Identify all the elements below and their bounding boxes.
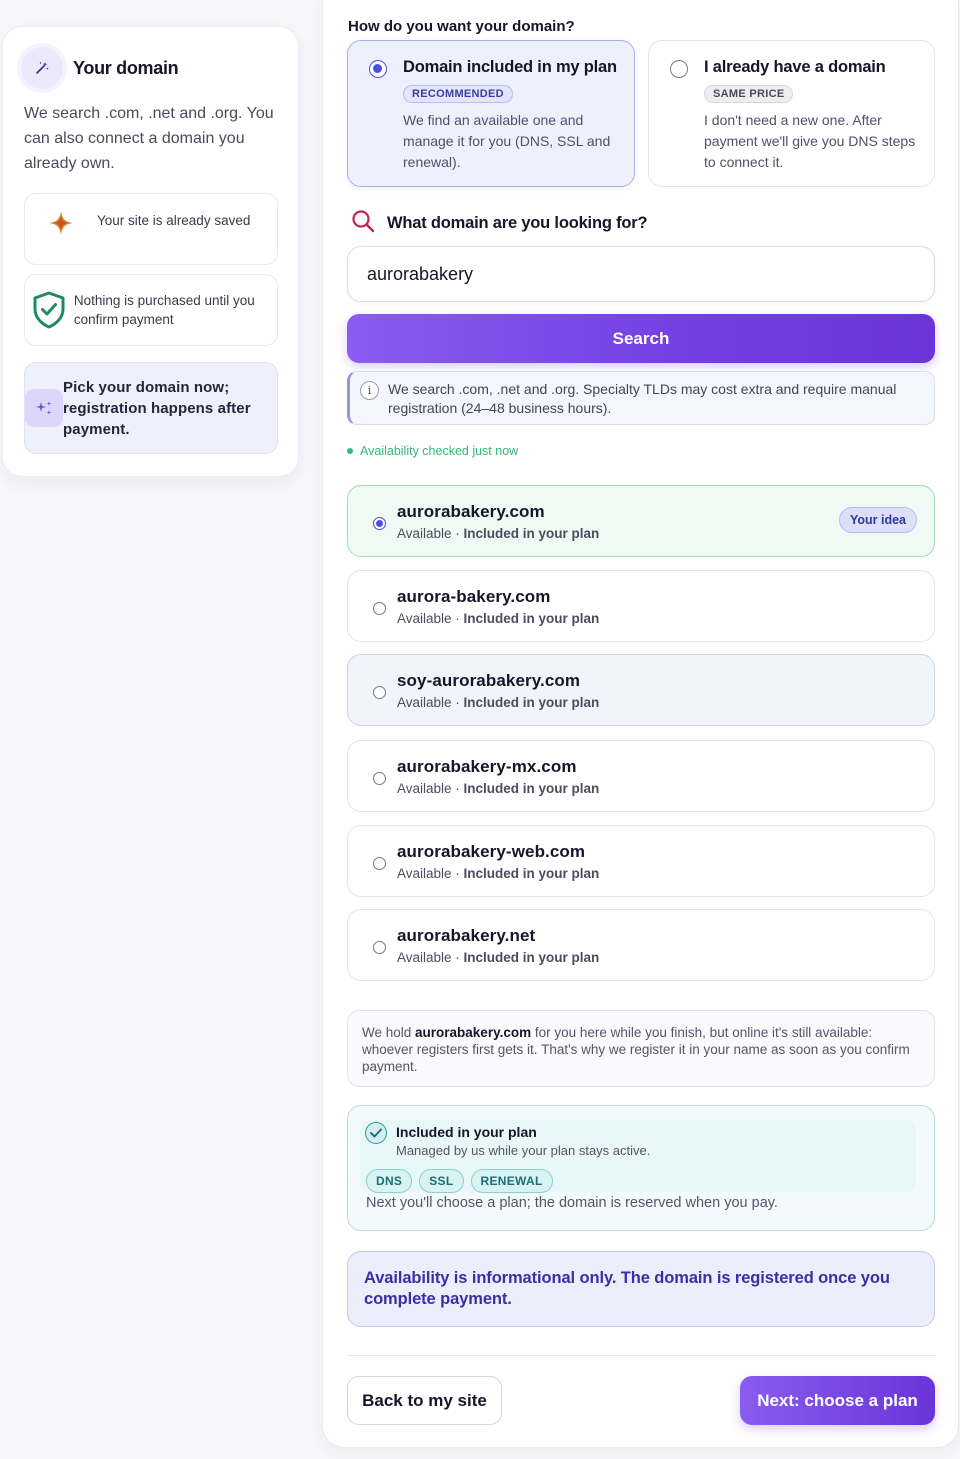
- option-own-description: I don't need a new one. After payment we…: [704, 112, 916, 170]
- domain-result-radio[interactable]: [373, 602, 386, 615]
- option-included-title: Domain included in my plan: [403, 58, 617, 76]
- tag-renewal: RENEWAL: [470, 1169, 553, 1193]
- hold-notice: We hold aurorabakery.com for you here wh…: [347, 1010, 935, 1087]
- search-button[interactable]: Search: [347, 314, 935, 363]
- domain-result-row[interactable]: aurorabakery-web.com Available · Include…: [347, 825, 935, 897]
- plan-tags: DNS SSL RENEWAL: [366, 1169, 553, 1193]
- domain-result-row[interactable]: aurorabakery.net Available · Included in…: [347, 909, 935, 981]
- divider: [347, 1355, 935, 1356]
- search-label-text: What domain are you looking for?: [387, 214, 648, 232]
- domain-result-row[interactable]: aurora-bakery.com Available · Included i…: [347, 570, 935, 642]
- sparkle-icon: [25, 194, 97, 236]
- domain-result-radio[interactable]: [373, 686, 386, 699]
- info-pick-now: Pick your domain now; registration happe…: [24, 362, 278, 454]
- domain-result-name: aurorabakery.net: [397, 926, 536, 945]
- domain-result-name: aurorabakery-web.com: [397, 842, 586, 861]
- availability-text: Availability checked just now: [360, 444, 519, 458]
- info-icon: i: [360, 381, 379, 400]
- sidebar-description: We search .com, .net and .org. You can a…: [24, 105, 274, 172]
- same-price-badge: SAME PRICE: [704, 85, 794, 103]
- your-idea-badge: Your idea: [838, 507, 917, 533]
- plan-subtitle: Managed by us while your plan stays acti…: [396, 1143, 651, 1158]
- tld-note: i We search .com, .net and .org. Special…: [347, 371, 935, 425]
- option-included-domain[interactable]: Domain included in my plan RECOMMENDED W…: [347, 40, 635, 187]
- search-label: What domain are you looking for?: [351, 209, 648, 238]
- info-no-purchase: Nothing is purchased until you confirm p…: [24, 274, 278, 346]
- magic-wand-icon: [21, 47, 63, 89]
- plan-next-text: Next you'll choose a plan; the domain is…: [366, 1195, 778, 1211]
- hold-notice-domain: aurorabakery.com: [415, 1025, 532, 1040]
- domain-info-card: Your domain We search .com, .net and .or…: [2, 26, 299, 477]
- stars-icon: [25, 389, 63, 427]
- option-own-radio[interactable]: [670, 60, 688, 78]
- domain-result-row[interactable]: soy-aurorabakery.com Available · Include…: [347, 654, 935, 726]
- domain-search-input[interactable]: [347, 246, 935, 302]
- domain-result-radio[interactable]: [373, 517, 386, 530]
- domain-result-status: Available · Included in your plan: [397, 526, 600, 541]
- next-button[interactable]: Next: choose a plan: [740, 1376, 935, 1425]
- shield-check-icon: [25, 291, 74, 329]
- sidebar-title: Your domain: [73, 57, 179, 78]
- option-own-title: I already have a domain: [704, 58, 886, 76]
- availability-status: Availability checked just now: [347, 444, 518, 458]
- plan-title: Included in your plan: [396, 1124, 537, 1140]
- payment-warning: Availability is informational only. The …: [347, 1251, 935, 1327]
- plan-included-box: Included in your plan Managed by us whil…: [347, 1105, 935, 1231]
- domain-result-row[interactable]: aurorabakery-mx.com Available · Included…: [347, 740, 935, 812]
- tag-dns: DNS: [366, 1169, 413, 1193]
- info-site-saved-text: Your site is already saved: [97, 213, 251, 228]
- domain-result-radio[interactable]: [373, 941, 386, 954]
- domain-result-row[interactable]: aurorabakery.com Available · Included in…: [347, 485, 935, 557]
- hold-notice-prefix: We hold: [362, 1025, 416, 1040]
- domain-result-name: aurorabakery.com: [397, 502, 545, 521]
- option-included-description: We find an available one and manage it f…: [403, 112, 611, 170]
- tag-ssl: SSL: [419, 1169, 464, 1193]
- domain-result-status: Available · Included in your plan: [397, 611, 600, 626]
- domain-result-status: Available · Included in your plan: [397, 950, 600, 965]
- tld-note-text: We search .com, .net and .org. Specialty…: [388, 381, 897, 416]
- recommended-badge: RECOMMENDED: [403, 85, 513, 103]
- domain-result-radio[interactable]: [373, 772, 386, 785]
- back-button[interactable]: Back to my site: [347, 1376, 502, 1425]
- sidebar-header: Your domain: [21, 47, 179, 89]
- domain-result-name: aurorabakery-mx.com: [397, 757, 577, 776]
- check-icon: [365, 1122, 387, 1144]
- option-own-domain[interactable]: I already have a domain SAME PRICE I don…: [648, 40, 935, 187]
- domain-question: How do you want your domain?: [348, 18, 575, 35]
- search-icon: [351, 209, 375, 238]
- domain-result-name: aurora-bakery.com: [397, 587, 551, 606]
- domain-result-status: Available · Included in your plan: [397, 781, 600, 796]
- status-dot-icon: [347, 448, 353, 454]
- option-included-radio[interactable]: [369, 60, 387, 78]
- info-no-purchase-text: Nothing is purchased until you confirm p…: [73, 293, 255, 327]
- domain-result-radio[interactable]: [373, 857, 386, 870]
- info-site-saved: Your site is already saved: [24, 193, 278, 265]
- domain-result-name: soy-aurorabakery.com: [397, 671, 581, 690]
- domain-result-status: Available · Included in your plan: [397, 866, 600, 881]
- info-pick-now-text: Pick your domain now; registration happe…: [63, 378, 251, 438]
- domain-result-status: Available · Included in your plan: [397, 695, 600, 710]
